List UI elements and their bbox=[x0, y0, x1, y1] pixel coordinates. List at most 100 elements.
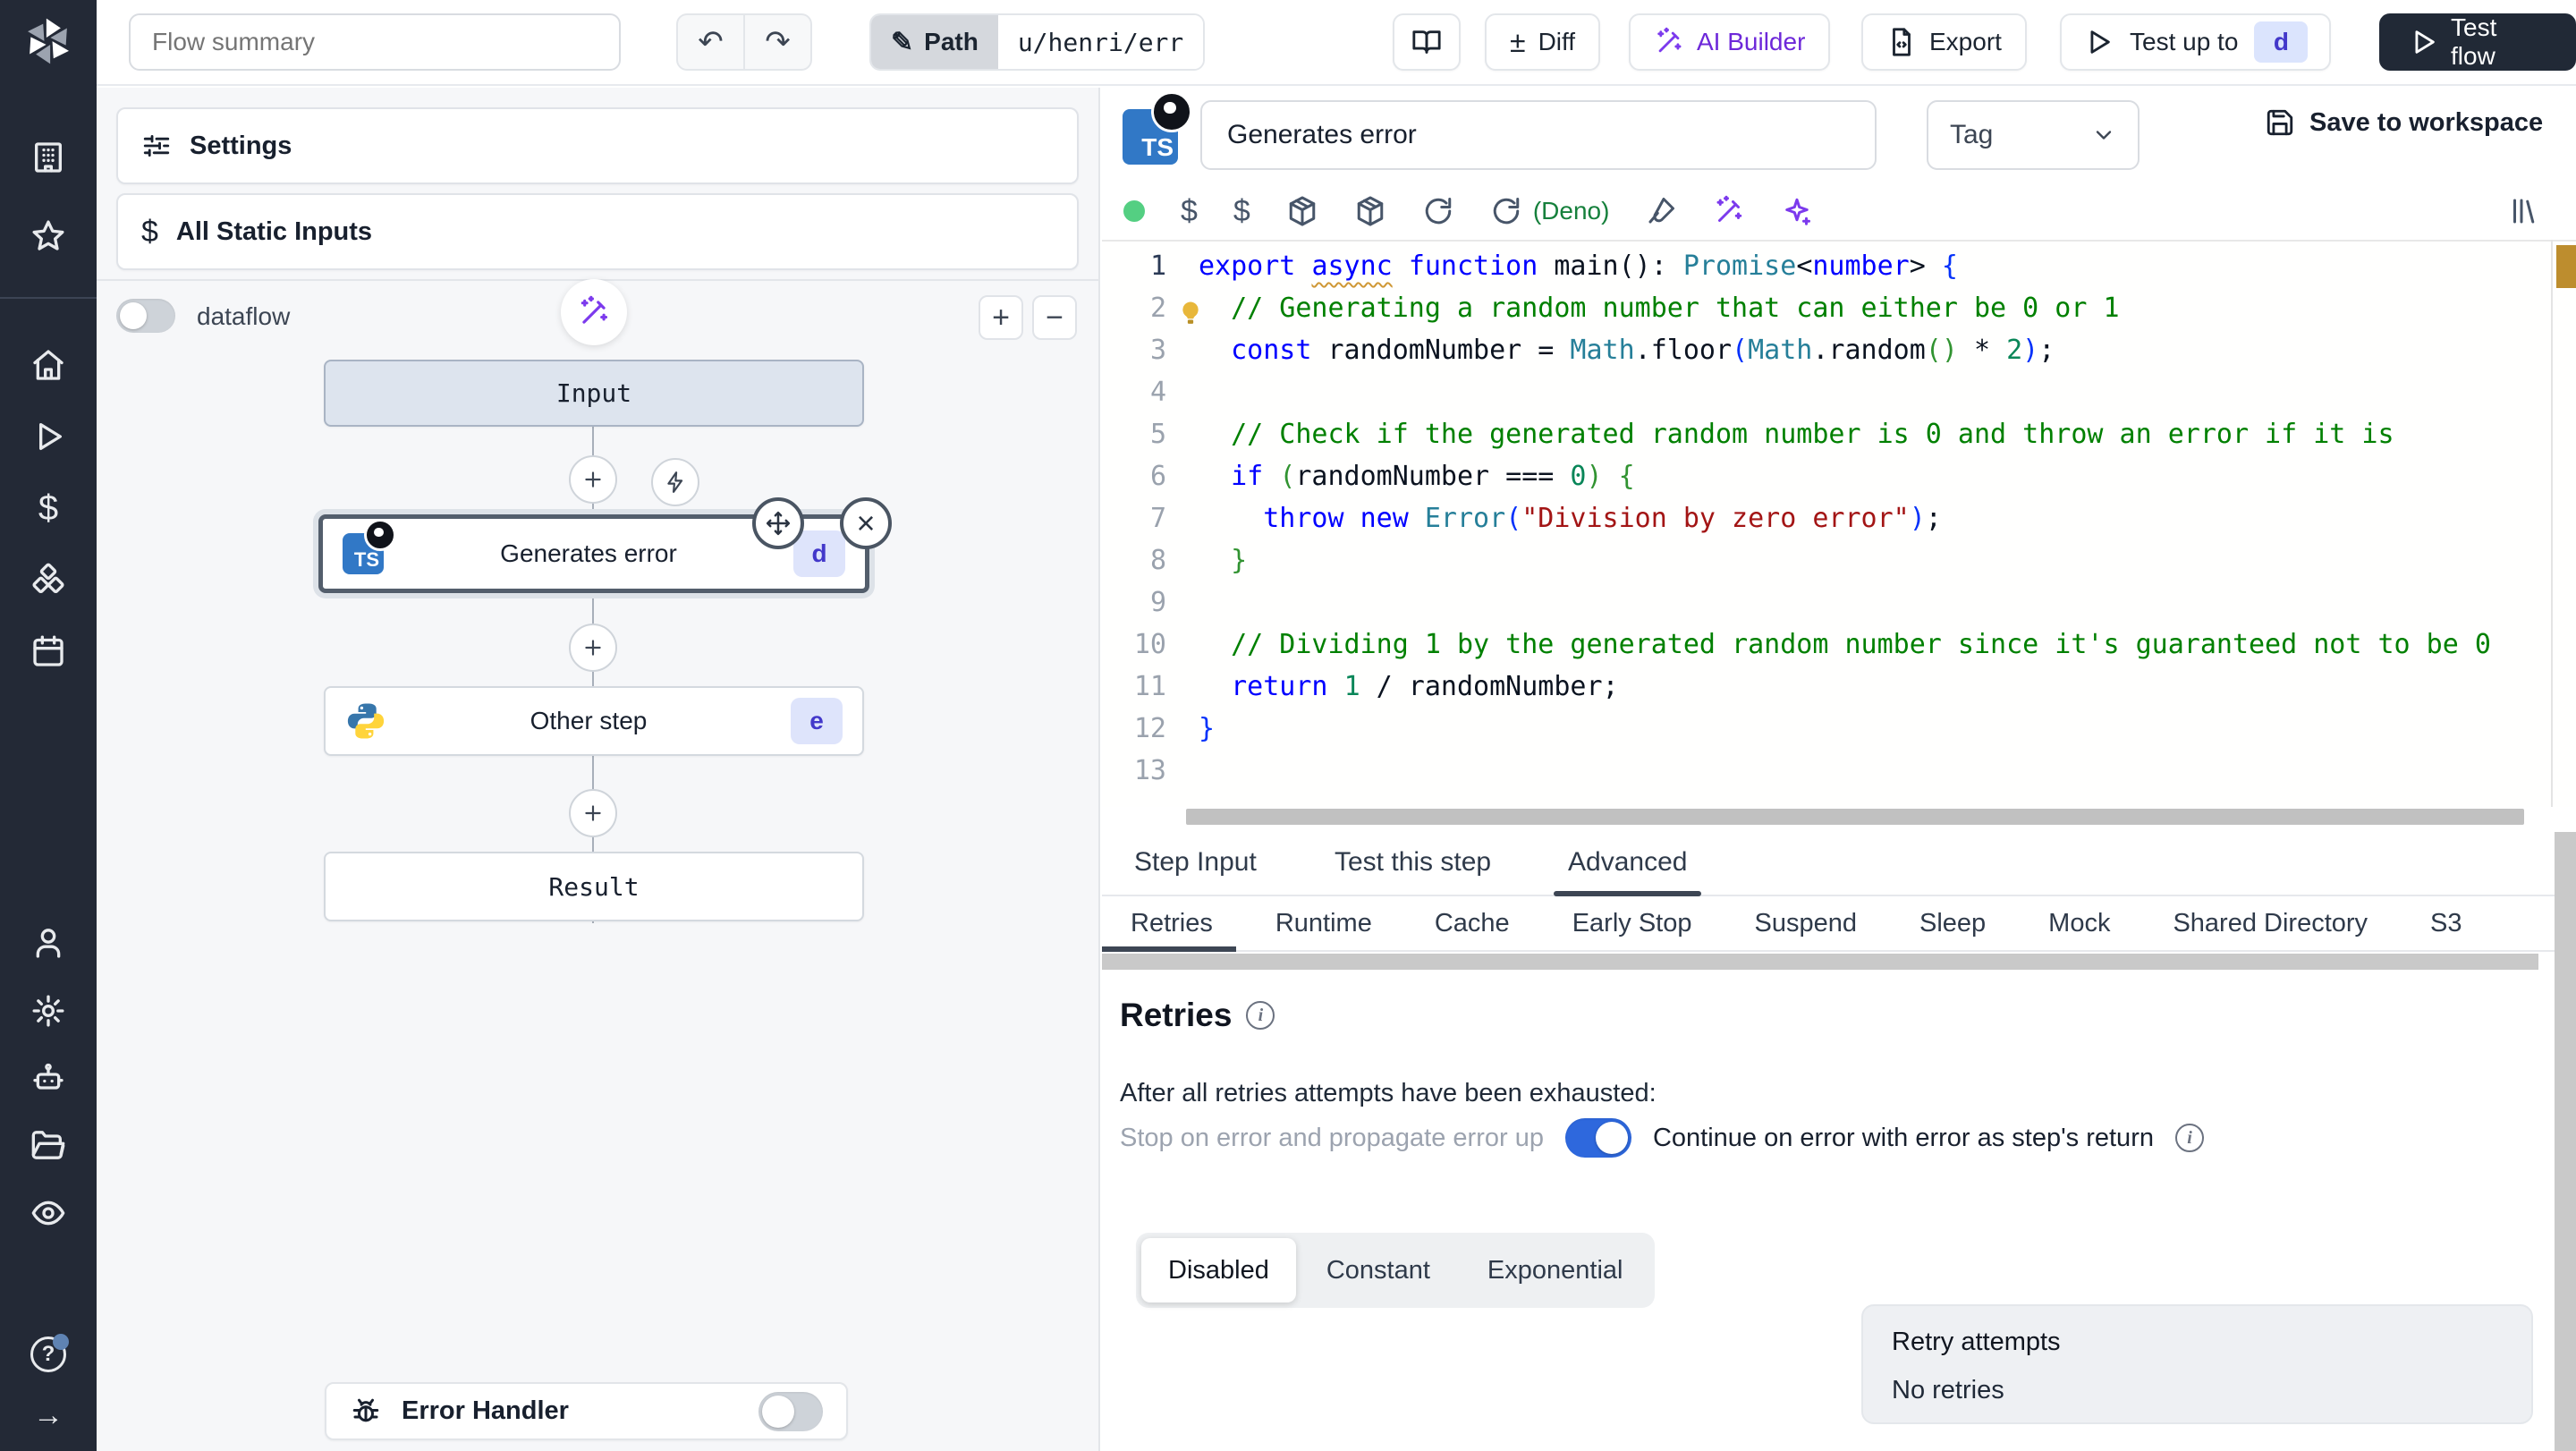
code-line[interactable]: const randomNumber = Math.floor(Math.ran… bbox=[1199, 329, 2540, 371]
add-trigger-lightning-button[interactable] bbox=[651, 458, 699, 506]
subtab-shared-directory[interactable]: Shared Directory bbox=[2173, 896, 2368, 950]
diff-label: Diff bbox=[1538, 28, 1576, 55]
tab-step-input[interactable]: Step Input bbox=[1134, 830, 1257, 895]
diff-button[interactable]: ± Diff bbox=[1485, 13, 1601, 71]
flow-node-result[interactable]: Result bbox=[324, 852, 864, 921]
step-title-input[interactable] bbox=[1200, 100, 1877, 170]
docs-book-button[interactable] bbox=[1393, 13, 1461, 71]
code-line[interactable]: } bbox=[1199, 708, 2540, 750]
subtab-runtime[interactable]: Runtime bbox=[1275, 896, 1372, 950]
add-step-button[interactable] bbox=[569, 789, 617, 837]
add-step-button[interactable] bbox=[569, 455, 617, 504]
code-line[interactable] bbox=[1199, 750, 2540, 792]
dollar-icon[interactable]: $ bbox=[1233, 194, 1250, 229]
user-icon[interactable] bbox=[30, 925, 66, 961]
folders-icon[interactable] bbox=[30, 1127, 66, 1163]
redo-button[interactable]: ↷ bbox=[744, 13, 812, 71]
advanced-subtabs: Retries Runtime Cache Early Stop Suspend… bbox=[1102, 896, 2576, 952]
code-line[interactable] bbox=[1199, 581, 2540, 624]
line-number: 13 bbox=[1133, 755, 1166, 786]
help-icon[interactable]: ? bbox=[30, 1334, 69, 1372]
ai-builder-button[interactable]: AI Builder bbox=[1629, 13, 1831, 71]
resources-cubes-icon[interactable] bbox=[30, 562, 66, 598]
test-up-to-button[interactable]: Test up to d bbox=[2060, 13, 2332, 71]
favorites-star-icon[interactable] bbox=[30, 218, 66, 254]
bug-icon bbox=[350, 1396, 382, 1428]
zoom-out-button[interactable]: − bbox=[1032, 295, 1077, 340]
export-button[interactable]: Export bbox=[1861, 13, 2027, 71]
error-handler-toggle[interactable] bbox=[758, 1391, 823, 1431]
subtabs-horizontal-scrollbar[interactable] bbox=[1102, 954, 2538, 970]
runs-play-icon[interactable] bbox=[30, 419, 66, 454]
strategy-exponential[interactable]: Exponential bbox=[1461, 1238, 1650, 1303]
library-icon[interactable] bbox=[2508, 195, 2540, 227]
reset-icon[interactable] bbox=[1422, 195, 1454, 227]
tab-test-this-step[interactable]: Test this step bbox=[1335, 830, 1491, 895]
test-flow-button[interactable]: Test flow bbox=[2379, 13, 2576, 71]
code-line[interactable] bbox=[1199, 371, 2540, 413]
subtab-sleep[interactable]: Sleep bbox=[1919, 896, 1986, 950]
error-handler-row[interactable]: Error Handler bbox=[325, 1382, 848, 1440]
flow-node-input[interactable]: Input bbox=[324, 360, 864, 427]
strategy-disabled[interactable]: Disabled bbox=[1141, 1238, 1296, 1303]
subtab-suspend[interactable]: Suspend bbox=[1754, 896, 1857, 950]
subtab-mock[interactable]: Mock bbox=[2048, 896, 2110, 950]
format-brush-icon[interactable] bbox=[1645, 195, 1677, 227]
flow-summary-input[interactable] bbox=[129, 13, 621, 71]
code-line[interactable]: export async function main(): Promise<nu… bbox=[1199, 245, 2540, 287]
lightbulb-icon[interactable] bbox=[1177, 297, 1204, 324]
workspace-icon[interactable] bbox=[30, 140, 66, 175]
code-line[interactable]: // Check if the generated random number … bbox=[1199, 413, 2540, 455]
strategy-constant[interactable]: Constant bbox=[1300, 1238, 1457, 1303]
code-line[interactable]: throw new Error("Division by zero error"… bbox=[1199, 497, 2540, 539]
zoom-in-button[interactable]: + bbox=[979, 295, 1023, 340]
move-step-handle[interactable] bbox=[752, 497, 804, 549]
settings-gear-icon[interactable] bbox=[30, 993, 66, 1029]
schedules-calendar-icon[interactable] bbox=[30, 633, 66, 669]
tab-advanced[interactable]: Advanced bbox=[1553, 830, 1702, 896]
code-line[interactable]: return 1 / randomNumber; bbox=[1199, 666, 2540, 708]
dataflow-toggle[interactable] bbox=[116, 299, 175, 333]
subtab-cache[interactable]: Cache bbox=[1435, 896, 1510, 950]
audit-eye-icon[interactable] bbox=[30, 1195, 66, 1231]
subtab-retries[interactable]: Retries bbox=[1102, 896, 1236, 952]
dollar-icon[interactable]: $ bbox=[1181, 194, 1198, 229]
workers-robot-icon[interactable] bbox=[30, 1061, 66, 1097]
subtab-early-stop[interactable]: Early Stop bbox=[1572, 896, 1692, 950]
code-line[interactable]: // Generating a random number that can e… bbox=[1199, 287, 2540, 329]
sparkles-icon[interactable] bbox=[1781, 195, 1813, 227]
ai-wand-icon[interactable] bbox=[1713, 195, 1745, 227]
variables-dollar-icon[interactable]: $ bbox=[30, 490, 66, 526]
windmill-logo-icon[interactable] bbox=[20, 13, 77, 70]
all-static-inputs-button[interactable]: $ All Static Inputs bbox=[116, 193, 1079, 270]
editor-horizontal-scrollbar[interactable] bbox=[1186, 809, 2524, 825]
all-static-inputs-label: All Static Inputs bbox=[175, 216, 373, 246]
ai-flow-wand-button[interactable] bbox=[561, 279, 627, 345]
info-icon[interactable]: i bbox=[2174, 1124, 2204, 1152]
delete-step-button[interactable]: × bbox=[840, 497, 892, 549]
save-to-workspace-button[interactable]: Save to workspace bbox=[2265, 107, 2543, 138]
code-line[interactable]: // Dividing 1 by the generated random nu… bbox=[1199, 624, 2540, 666]
collapse-arrow-icon[interactable]: → bbox=[30, 1397, 66, 1433]
subtab-s3[interactable]: S3 bbox=[2430, 896, 2462, 950]
code-line[interactable]: if (randomNumber === 0) { bbox=[1199, 455, 2540, 497]
code-line[interactable]: } bbox=[1199, 539, 2540, 581]
continue-on-error-toggle[interactable] bbox=[1564, 1118, 1631, 1158]
test-up-to-step-badge[interactable]: d bbox=[2254, 21, 2309, 63]
toggle-knob bbox=[1595, 1122, 1628, 1154]
code-editor[interactable]: 1 2 3 4 5 6 7 8 9 10 11 12 13 export async function … bbox=[1102, 240, 2576, 807]
tag-select[interactable]: Tag bbox=[1927, 100, 2140, 170]
runtime-reset-group[interactable]: (Deno) bbox=[1490, 195, 1609, 227]
flow-node-other-step[interactable]: Other step e bbox=[324, 686, 864, 756]
home-icon[interactable] bbox=[30, 347, 66, 383]
panel-vertical-scrollbar[interactable] bbox=[2555, 832, 2576, 1451]
line-number: 12 bbox=[1133, 713, 1166, 744]
path-button[interactable]: ✎ Path u/henri/err bbox=[869, 13, 1206, 71]
add-step-button[interactable] bbox=[569, 624, 617, 672]
info-icon[interactable]: i bbox=[1246, 1001, 1275, 1030]
line-number: 4 bbox=[1149, 377, 1166, 408]
undo-button[interactable]: ↶ bbox=[676, 13, 744, 71]
flow-settings-button[interactable]: Settings bbox=[116, 107, 1079, 184]
package-icon[interactable] bbox=[1286, 195, 1318, 227]
package-icon[interactable] bbox=[1354, 195, 1386, 227]
